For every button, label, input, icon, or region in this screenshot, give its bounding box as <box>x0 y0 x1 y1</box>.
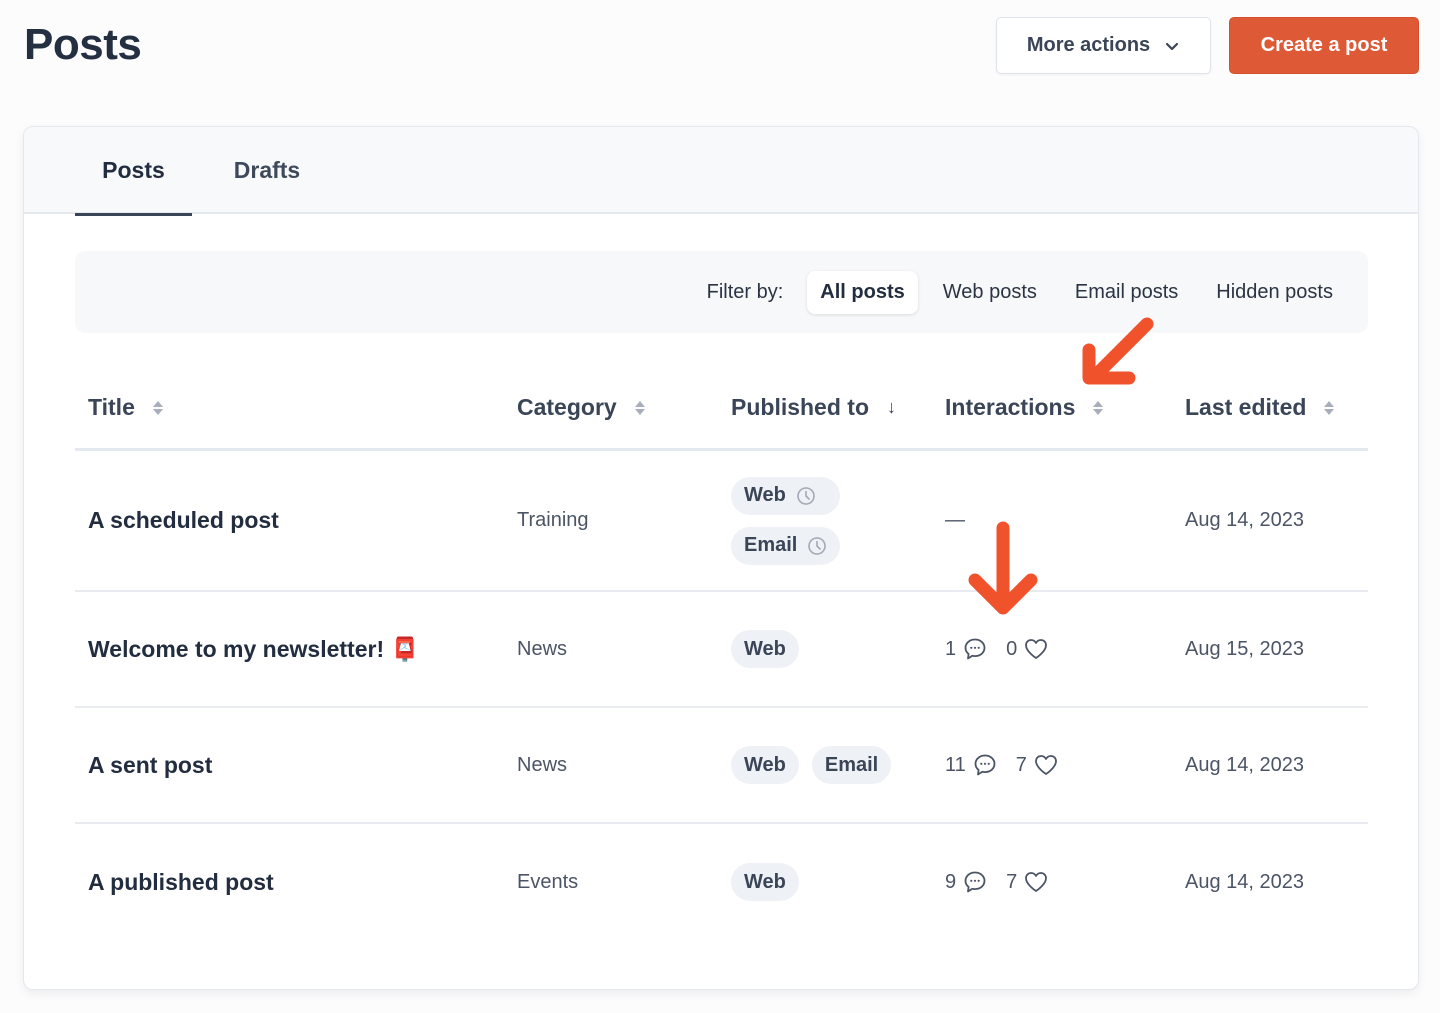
column-label: Last edited <box>1185 394 1307 420</box>
table-row[interactable]: A published post Events Web 9 7 Aug 14, … <box>75 824 1368 940</box>
column-header-interactions[interactable]: Interactions <box>945 367 1104 448</box>
filter-label: Filter by: <box>706 280 784 303</box>
tab-bar: Posts Drafts <box>24 127 1418 216</box>
interactions: 1 0 <box>945 592 1049 706</box>
published-to: Web Email <box>731 451 841 590</box>
more-actions-button[interactable]: More actions <box>996 17 1211 74</box>
post-title[interactable]: Welcome to my newsletter! 📮 <box>88 592 419 706</box>
tab-drafts[interactable]: Drafts <box>222 127 312 214</box>
interactions: — <box>945 451 965 590</box>
last-edited: Aug 14, 2023 <box>1185 509 1304 531</box>
sort-icon <box>634 400 645 415</box>
channel-badge-web: Web <box>731 746 799 784</box>
column-label: Title <box>88 394 135 420</box>
post-category: Events <box>517 870 579 893</box>
badge-label: Web <box>744 484 786 506</box>
column-label: Category <box>517 394 617 420</box>
like-count: 0 <box>1006 637 1018 660</box>
comment-icon <box>964 638 986 660</box>
comment-icon <box>974 754 996 776</box>
filter-bar: Filter by: All posts Web posts Email pos… <box>75 251 1368 333</box>
sort-icon <box>1324 400 1335 415</box>
post-category: News <box>517 637 568 660</box>
like-count: 7 <box>1015 753 1027 776</box>
comment-count: 9 <box>945 870 957 893</box>
channel-badge-web: Web <box>731 630 799 668</box>
filter-email-posts[interactable]: Email posts <box>1062 271 1191 314</box>
sort-icon <box>1093 400 1104 415</box>
no-interactions: — <box>945 509 965 531</box>
channel-badge-web: Web <box>731 863 799 901</box>
table-header: Title Category Published to ↓ Interactio… <box>75 367 1368 451</box>
table-row[interactable]: A scheduled post Training Web Email — Au <box>75 451 1368 592</box>
table-row[interactable]: Welcome to my newsletter! 📮 News Web 1 0… <box>75 592 1368 708</box>
post-title[interactable]: A scheduled post <box>88 451 279 590</box>
last-edited: Aug 14, 2023 <box>1185 753 1304 776</box>
sort-icon <box>152 400 163 415</box>
post-category: Training <box>517 509 589 531</box>
published-to: Web <box>731 824 799 940</box>
heart-icon <box>1025 872 1048 892</box>
create-post-button[interactable]: Create a post <box>1229 17 1419 74</box>
column-header-published-to[interactable]: Published to ↓ <box>731 367 896 448</box>
last-edited: Aug 14, 2023 <box>1185 870 1304 893</box>
interactions: 9 7 <box>945 824 1049 940</box>
tab-posts[interactable]: Posts <box>75 127 192 216</box>
comment-count: 1 <box>945 637 957 660</box>
column-header-category[interactable]: Category <box>517 367 645 448</box>
post-category: News <box>517 753 568 776</box>
filter-all-posts[interactable]: All posts <box>807 270 918 314</box>
heart-icon <box>1025 639 1048 659</box>
published-to: Web Email <box>731 708 892 822</box>
clock-icon <box>807 536 827 556</box>
badge-label: Email <box>744 534 798 556</box>
clock-icon <box>796 486 816 506</box>
heart-icon <box>1034 755 1057 775</box>
column-label: Interactions <box>945 394 1076 420</box>
post-title[interactable]: A published post <box>88 824 274 940</box>
column-label: Published to <box>731 394 869 420</box>
like-count: 7 <box>1006 870 1018 893</box>
interactions: 11 7 <box>945 708 1059 822</box>
last-edited: Aug 15, 2023 <box>1185 637 1304 660</box>
table-row[interactable]: A sent post News Web Email 11 7 Aug 14, … <box>75 708 1368 824</box>
page-title: Posts <box>24 20 142 69</box>
channel-badge-web: Web <box>731 476 841 515</box>
comment-count: 11 <box>945 753 966 776</box>
post-title[interactable]: A sent post <box>88 708 212 822</box>
column-header-last-edited[interactable]: Last edited <box>1185 367 1335 448</box>
filter-web-posts[interactable]: Web posts <box>930 271 1050 314</box>
comment-icon <box>964 871 986 893</box>
sort-descending-icon: ↓ <box>887 397 896 417</box>
filter-hidden-posts[interactable]: Hidden posts <box>1203 271 1346 314</box>
published-to: Web <box>731 592 799 706</box>
chevron-down-icon <box>1166 42 1179 50</box>
posts-card: Posts Drafts Filter by: All posts Web po… <box>23 126 1419 990</box>
channel-badge-email: Email <box>811 746 892 784</box>
channel-badge-email: Email <box>731 526 841 565</box>
more-actions-label: More actions <box>1026 34 1151 56</box>
column-header-title[interactable]: Title <box>88 367 163 448</box>
